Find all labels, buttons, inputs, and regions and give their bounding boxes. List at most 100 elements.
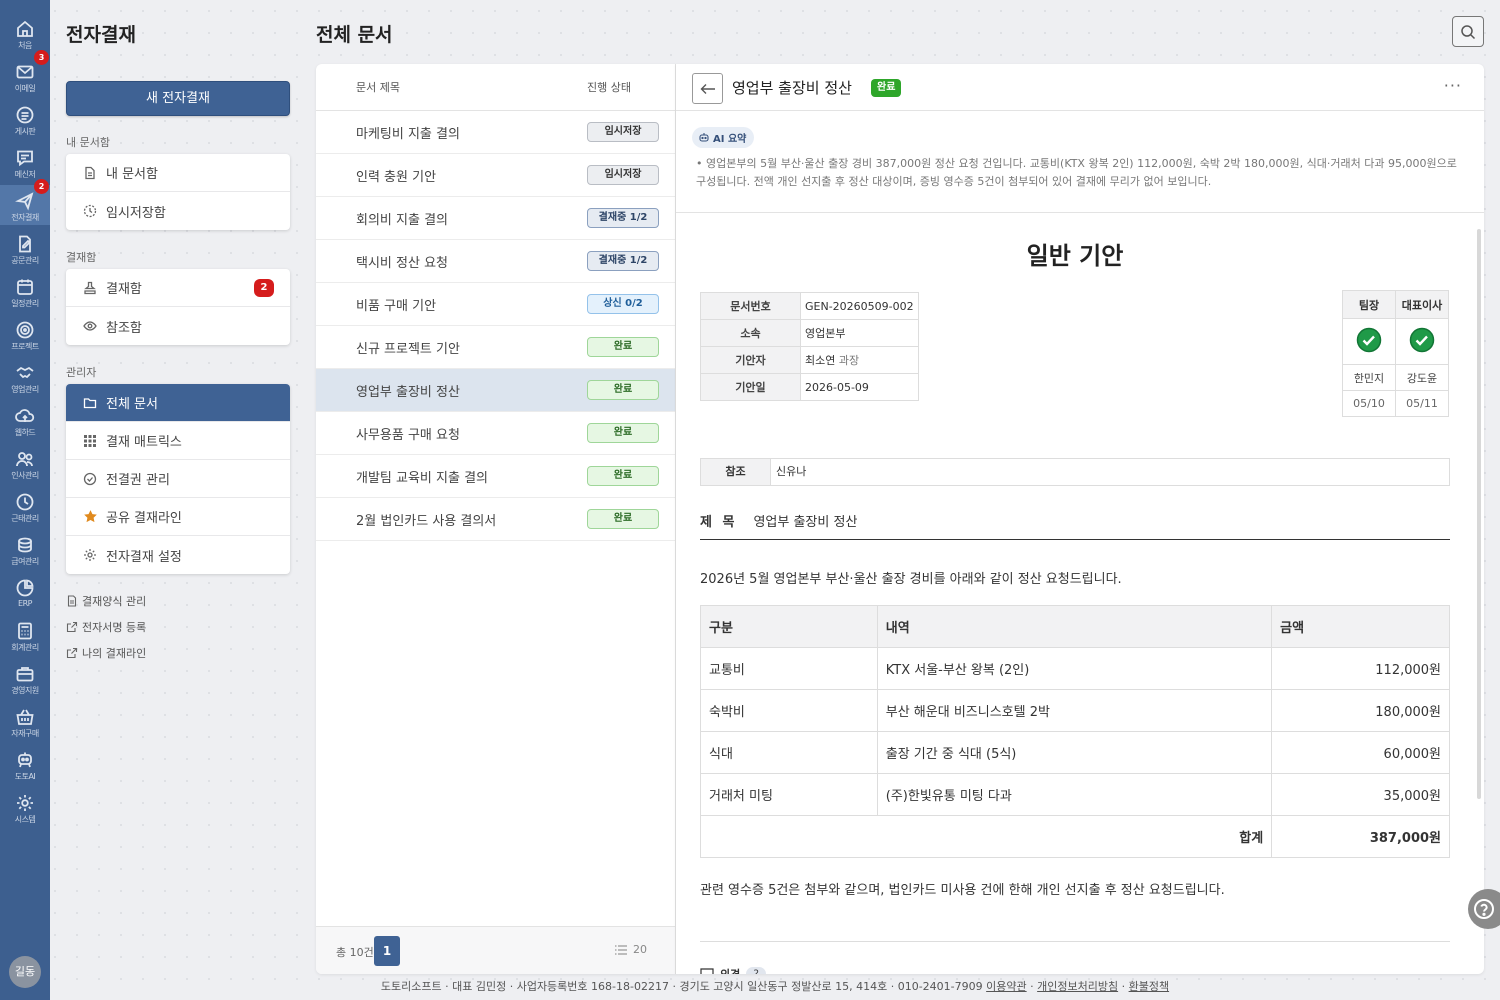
expense-row: 식대 출장 기간 중 식대 (5식) 60,000원: [700, 731, 1450, 774]
refund-link[interactable]: 환불정책: [1129, 980, 1169, 993]
clock-dashed-icon: [82, 203, 98, 219]
board-icon: [16, 106, 34, 124]
menu-item-approval-box[interactable]: 결재함 2: [66, 269, 290, 307]
page-button-1[interactable]: 1: [374, 936, 400, 966]
target-icon: [16, 321, 34, 339]
table-row[interactable]: 회의비 지출 결의 결재중 1/2: [316, 197, 675, 240]
rail-item-erp[interactable]: ERP: [0, 572, 50, 612]
module-title: 전자결재: [66, 24, 136, 46]
table-row[interactable]: 마케팅비 지출 결의 임시저장: [316, 111, 675, 154]
table-row[interactable]: 사무용품 구매 요청 완료: [316, 412, 675, 455]
star-icon: [82, 509, 98, 525]
rail-item-webhard[interactable]: 웹하드: [0, 400, 50, 440]
signer-name: 강도윤: [1395, 364, 1449, 391]
mail-badge: 3: [34, 50, 49, 65]
search-icon: [1461, 24, 1476, 39]
subject-value: 영업부 출장비 정산: [753, 515, 858, 530]
divider: [700, 941, 1450, 942]
rail-item-board[interactable]: 게시판: [0, 99, 50, 139]
rail-item-mail[interactable]: 이메일 3: [0, 50, 50, 96]
eye-icon: [82, 318, 98, 334]
rail-item-accounting[interactable]: 회계관리: [0, 615, 50, 655]
terms-link[interactable]: 이용약관: [986, 980, 1026, 993]
rail-item-hr[interactable]: 인사관리: [0, 443, 50, 483]
row-title: 마케팅비 지출 결의: [356, 126, 460, 142]
column-header: 내역: [876, 605, 1273, 648]
link-form-management[interactable]: 결재양식 관리: [66, 593, 146, 609]
messenger-icon: [17, 150, 33, 167]
rail-item-sales[interactable]: 영업관리: [0, 357, 50, 397]
opinion-section-header[interactable]: 의견 2: [700, 966, 767, 974]
arrow-left-icon: [700, 83, 715, 94]
menu-item-approval-settings[interactable]: 전자결재 설정: [66, 536, 290, 574]
rail-item-payroll[interactable]: 급여관리: [0, 529, 50, 569]
info-value: 영업본부: [800, 319, 919, 347]
link-my-approval-line[interactable]: 나의 결재라인: [66, 645, 146, 661]
row-title: 사무용품 구매 요청: [356, 427, 460, 443]
menu-item-all-docs[interactable]: 전체 문서: [66, 384, 290, 422]
rail-item-project[interactable]: 프로젝트: [0, 314, 50, 354]
rail-label: ERP: [18, 599, 32, 608]
rail-item-purchase[interactable]: 자재구매: [0, 701, 50, 741]
link-signature-register[interactable]: 전자서명 등록: [66, 619, 146, 635]
rail-item-official-docs[interactable]: 공문관리: [0, 228, 50, 268]
search-button[interactable]: [1452, 16, 1484, 47]
table-row[interactable]: 택시비 정산 요청 결재중 1/2: [316, 240, 675, 283]
rail-item-attendance[interactable]: 근태관리: [0, 486, 50, 526]
menu-item-label: 결재함: [106, 282, 142, 297]
user-avatar[interactable]: 길동: [9, 956, 41, 988]
menu-item-reference-box[interactable]: 참조함: [66, 307, 290, 345]
table-row[interactable]: 2월 법인카드 사용 결의서 완료: [316, 498, 675, 541]
expense-table: 구분 내역 금액 교통비 KTX 서울-부산 왕복 (2인) 112,000원 숙박…: [699, 605, 1450, 858]
gear-icon: [82, 547, 98, 563]
expense-row: 거래처 미팅 (주)한빛유통 미팅 다과 35,000원: [700, 773, 1450, 816]
table-row[interactable]: 인력 충원 기안 임시저장: [316, 154, 675, 197]
total-amount: 387,000원: [1271, 815, 1450, 858]
rail-label: 급여관리: [11, 557, 39, 566]
rail-label: 도토AI: [14, 772, 36, 781]
rail-item-ai[interactable]: 도토AI: [0, 744, 50, 784]
gear-icon: [17, 795, 33, 811]
more-options-icon[interactable]: ···: [1444, 76, 1462, 95]
new-approval-button[interactable]: 새 전자결재: [66, 81, 290, 116]
rail-item-system[interactable]: 시스템: [0, 787, 50, 827]
row-title: 개발팀 교육비 지출 결의: [356, 470, 488, 486]
approval-signature-table: 팀장 대표이사 한민지 강도윤 05/10 05/11: [1342, 290, 1449, 417]
rail-item-management[interactable]: 경영지원: [0, 658, 50, 698]
row-title: 영업부 출장비 정산: [356, 384, 460, 400]
site-footer: 도토리소프트 · 대표 김민정 · 사업자등록번호 168-18-02217 ·…: [380, 980, 1170, 993]
rail-item-approval[interactable]: 전자결재 2: [0, 179, 50, 225]
grid-icon: [82, 433, 98, 449]
menu-item-my-docs[interactable]: 내 문서함: [66, 154, 290, 192]
help-button[interactable]: [1468, 889, 1500, 929]
section-label-approval: 결재함: [66, 251, 97, 264]
menu-item-label: 전결권 관리: [106, 473, 170, 488]
status-badge: 결재중 1/2: [587, 208, 659, 228]
table-row[interactable]: 개발팀 교육비 지출 결의 완료: [316, 455, 675, 498]
expense-detail: 부산 해운대 비즈니스호텔 2박: [876, 689, 1273, 732]
menu-item-delegation[interactable]: 전결권 관리: [66, 460, 290, 498]
help-icon: [1474, 899, 1494, 919]
table-row[interactable]: 신규 프로젝트 기안 완료: [316, 326, 675, 369]
table-row[interactable]: 비품 구매 기안 상신 0/2: [316, 283, 675, 326]
rail-item-calendar[interactable]: 일정관리: [0, 271, 50, 311]
page-size-selector[interactable]: 20: [614, 943, 647, 956]
menu-item-shared-lines[interactable]: 공유 결재라인: [66, 498, 290, 536]
detail-scrollbar[interactable]: [1477, 229, 1481, 799]
menu-item-drafts[interactable]: 임시저장함: [66, 192, 290, 230]
rail-label: 자재구매: [11, 729, 39, 738]
column-header: 금액: [1271, 605, 1450, 648]
status-badge: 상신 0/2: [587, 294, 659, 314]
menu-item-label: 임시저장함: [106, 205, 166, 221]
back-button[interactable]: [692, 73, 723, 104]
home-icon: [17, 20, 33, 37]
section-label-admin: 관리자: [66, 366, 97, 379]
menu-item-approval-matrix[interactable]: 결재 매트릭스: [66, 422, 290, 460]
rail-item-home[interactable]: 처음: [0, 13, 50, 53]
privacy-link[interactable]: 개인정보처리방침: [1037, 980, 1118, 993]
check-circle-icon: [82, 471, 98, 487]
rail-item-messenger[interactable]: 메신저: [0, 142, 50, 182]
expense-amount: 35,000원: [1271, 773, 1450, 816]
reference-value: 신유나: [776, 465, 807, 478]
table-row-selected[interactable]: 영업부 출장비 정산 완료: [316, 369, 675, 412]
